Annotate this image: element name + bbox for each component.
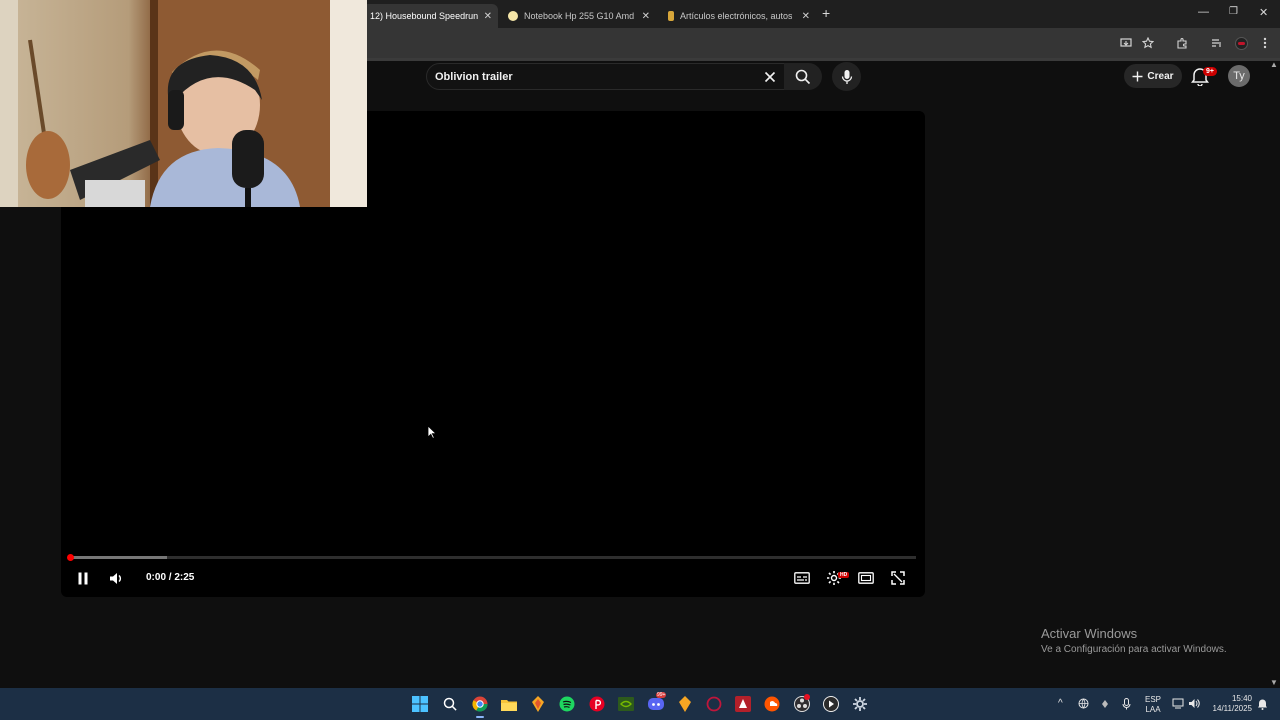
subtitles-button[interactable] xyxy=(792,569,812,587)
microphone-tray-icon[interactable] xyxy=(1122,698,1131,712)
pause-icon xyxy=(78,572,88,584)
time-display: 0:00 / 2:25 xyxy=(146,572,195,583)
search-icon xyxy=(795,69,811,84)
tab-housebound-speedrun[interactable]: 12) Housebound Speedrun 11 ✕ xyxy=(362,4,498,28)
chrome-active-indicator xyxy=(476,716,484,718)
shop-favicon-icon xyxy=(668,11,674,21)
fullscreen-icon xyxy=(891,571,905,585)
hd-badge: HD xyxy=(838,572,850,578)
tab-close-icon[interactable]: ✕ xyxy=(642,11,650,22)
windows-start-icon[interactable] xyxy=(410,694,430,714)
fullscreen-button[interactable] xyxy=(888,569,908,587)
pinterest-icon[interactable] xyxy=(587,694,607,714)
voice-search-button[interactable] xyxy=(832,62,861,91)
create-button[interactable]: Crear xyxy=(1124,64,1182,88)
clock-date: 14/11/2025 xyxy=(1212,704,1252,713)
network-tray-icon[interactable] xyxy=(1078,698,1089,711)
plus-icon xyxy=(1132,71,1143,81)
game-app-icon[interactable] xyxy=(733,694,753,714)
restore-button[interactable]: ❐ xyxy=(1229,6,1238,17)
theater-mode-button[interactable] xyxy=(856,569,876,587)
media-control-icon[interactable] xyxy=(1208,34,1226,52)
show-hidden-icons-chevron-icon[interactable]: ^ xyxy=(1058,698,1063,709)
pause-button[interactable] xyxy=(73,569,93,587)
volume-tray-icon[interactable] xyxy=(1188,698,1200,711)
account-avatar[interactable]: Ty xyxy=(1228,65,1250,87)
webcam-overlay xyxy=(0,0,367,207)
new-tab-button[interactable]: + xyxy=(822,5,830,21)
activate-windows-watermark: Activar Windows Ve a Configuración para … xyxy=(1041,626,1227,655)
tab-close-icon[interactable]: ✕ xyxy=(802,11,810,22)
minimize-button[interactable]: — xyxy=(1198,6,1209,18)
fl-studio-icon[interactable] xyxy=(528,694,548,714)
theater-mode-icon xyxy=(858,572,874,584)
volume-icon xyxy=(110,572,121,584)
tab-articulos-electronicos[interactable]: Artículos electrónicos, autos, ro ✕ xyxy=(660,4,816,28)
soundcloud-icon[interactable] xyxy=(762,694,782,714)
close-window-button[interactable]: ✕ xyxy=(1259,6,1268,19)
mute-button[interactable] xyxy=(106,569,126,587)
tab-title: Notebook Hp 255 G10 Amd Ry xyxy=(524,11,636,21)
tab-close-icon[interactable]: ✕ xyxy=(484,11,492,22)
progress-bar[interactable] xyxy=(70,556,916,559)
settings-app-icon[interactable] xyxy=(850,694,870,714)
file-explorer-icon[interactable] xyxy=(499,694,519,714)
tab-notebook-hp[interactable]: Notebook Hp 255 G10 Amd Ry ✕ xyxy=(500,4,656,28)
subtitles-icon xyxy=(794,572,810,584)
chrome-icon[interactable] xyxy=(470,694,490,714)
notification-center-icon[interactable] xyxy=(1257,698,1268,712)
profile-icon[interactable] xyxy=(1232,34,1250,52)
progress-buffered xyxy=(70,556,167,559)
mouse-cursor-icon xyxy=(427,425,437,444)
spotify-icon[interactable] xyxy=(557,694,577,714)
scrollbar-down-arrow[interactable]: ▼ xyxy=(1270,678,1278,687)
bookmark-star-icon[interactable] xyxy=(1139,34,1157,52)
browser-menu-icon[interactable] xyxy=(1256,34,1274,52)
mercadolibre-favicon-icon xyxy=(508,11,518,21)
search-query: Oblivion trailer xyxy=(435,70,513,83)
keyboard-layout: LAA xyxy=(1145,705,1161,714)
search-button[interactable] xyxy=(784,63,822,90)
scrollbar-up-arrow[interactable]: ▲ xyxy=(1270,60,1278,69)
taskbar-search-icon[interactable] xyxy=(440,694,460,714)
extensions-icon[interactable] xyxy=(1173,34,1191,52)
circle-app-icon[interactable] xyxy=(704,694,724,714)
search-input[interactable]: Oblivion trailer xyxy=(426,63,786,90)
progress-scrubber-handle[interactable] xyxy=(67,554,74,561)
clock-time: 15:40 xyxy=(1231,694,1252,703)
activate-windows-subtitle: Ve a Configuración para activar Windows. xyxy=(1041,644,1227,655)
tab-title: 12) Housebound Speedrun 11 xyxy=(370,11,478,21)
activate-windows-title: Activar Windows xyxy=(1041,626,1138,641)
clock[interactable]: 15:40 14/11/2025 xyxy=(1208,694,1252,714)
nvidia-icon[interactable] xyxy=(616,694,636,714)
tab-title: Artículos electrónicos, autos, ro xyxy=(680,11,792,21)
notifications-badge: 9+ xyxy=(1203,67,1217,76)
wifi-tray-icon[interactable] xyxy=(1172,698,1184,711)
clear-search-icon[interactable] xyxy=(760,67,780,87)
recording-indicator xyxy=(804,694,810,700)
nvidia-tray-icon[interactable] xyxy=(1100,699,1110,711)
microphone-icon xyxy=(841,69,852,84)
language-indicator[interactable]: ESP LAA xyxy=(1145,695,1161,715)
discord-badge: 99+ xyxy=(656,692,667,698)
media-player-icon[interactable] xyxy=(821,694,841,714)
create-label: Crear xyxy=(1147,70,1174,82)
language-code: ESP xyxy=(1145,695,1162,704)
install-app-icon[interactable] xyxy=(1117,34,1135,52)
fl-studio-secondary-icon[interactable] xyxy=(675,694,695,714)
